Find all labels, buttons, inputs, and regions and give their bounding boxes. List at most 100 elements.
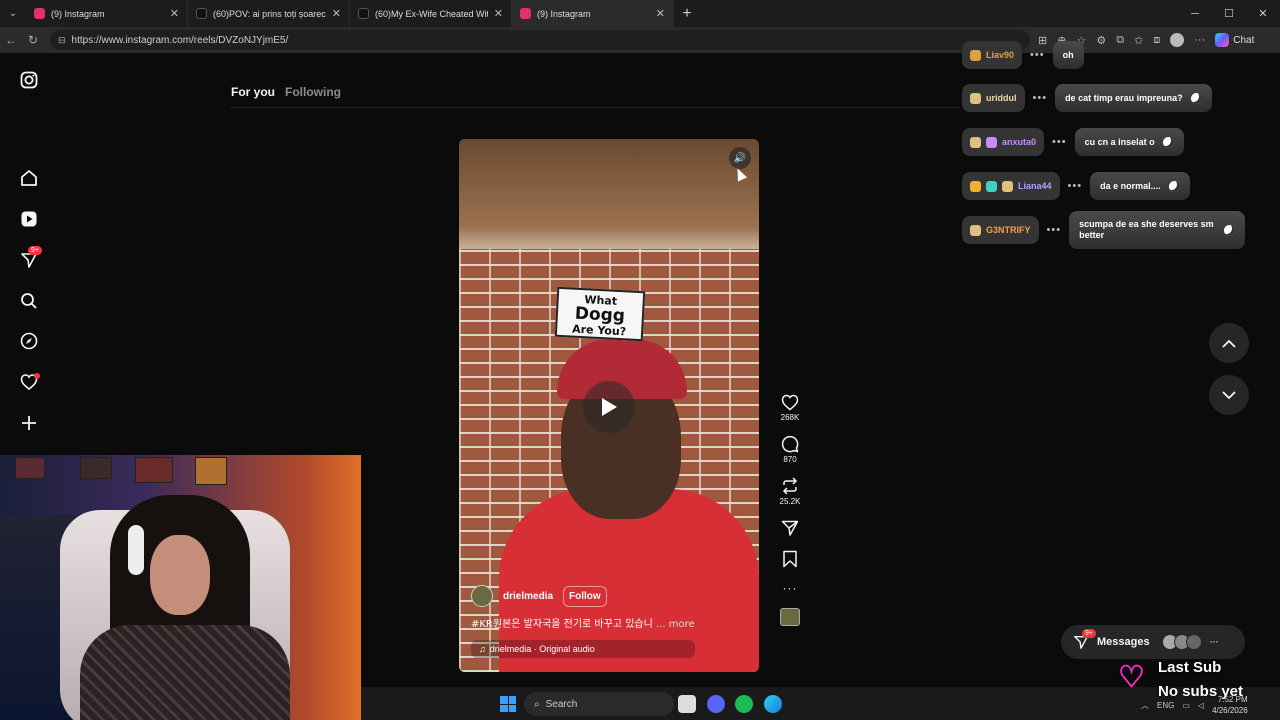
taskbar-search[interactable]: ⌕ Search [524,692,674,716]
chat-message-text: cu cn a inselat o [1084,137,1155,147]
close-window-icon[interactable]: ✕ [1246,7,1280,20]
more-dots-icon: ··· [782,581,798,595]
site-info-icon[interactable]: ⊟ [58,35,66,46]
chat-row: G3NTRIFY ••• scumpa de ea she deserves s… [962,211,1246,249]
browser-tab-2[interactable]: (60)POV: ai prins toți șoarecii din p ✕ [188,0,350,27]
create-icon[interactable] [18,412,40,434]
browser-tab-3[interactable]: (60)My Ex-Wife Cheated With My B ✕ [350,0,512,27]
favorites-icon[interactable]: ✩ [1134,34,1143,47]
url-field[interactable]: ⊟ https://www.instagram.com/reels/DVZoNJ… [50,30,1030,50]
messages-label: Messages [1097,636,1150,648]
gift-badge-icon [986,136,997,148]
tab-for-you[interactable]: For you [231,85,275,99]
more-options-icon[interactable]: ··· [1194,34,1205,46]
play-button[interactable] [583,381,635,433]
back-icon[interactable]: ← [0,33,22,47]
next-reel-button[interactable] [1209,375,1249,415]
chat-dots-icon: ••• [1032,92,1048,104]
refresh-icon[interactable]: ↻ [22,33,44,47]
chat-username-tag: Liav90 [962,41,1023,69]
chat-username-tag: anxuta0 [962,128,1045,156]
chat-message: cu cn a inselat o [1074,128,1184,156]
spotify-icon[interactable] [735,695,753,713]
copilot-icon [1215,33,1230,47]
tab-following[interactable]: Following [285,85,341,99]
streamer-face [150,535,210,615]
chat-username: Liana44 [1018,181,1052,191]
tab-title: (9) Instagram [51,8,105,19]
more-link[interactable]: ... more [656,619,695,630]
chevron-down-icon [1222,390,1236,399]
address-bar: ← ↻ ⊟ https://www.instagram.com/reels/DV… [0,27,1280,53]
like-icon [781,394,799,411]
file-explorer-icon[interactable] [678,695,696,713]
avatar [1185,634,1202,650]
reel-info: drielmedia Follow #KR원본은 발자국을 전기로 바꾸고 있습… [471,585,751,658]
minimize-icon[interactable]: ─ [1178,8,1212,20]
search-icon[interactable] [18,290,40,312]
url-text: https://www.instagram.com/reels/DVZoNJYj… [71,34,289,46]
close-tab-icon[interactable]: ✕ [332,7,341,20]
coffee-badge-icon [970,136,981,148]
moon-icon [1190,92,1202,104]
share-action[interactable] [774,519,806,537]
window-controls: ─ ☐ ✕ [1178,0,1280,27]
chat-label: Chat [1233,34,1255,46]
like-action[interactable]: 268K [774,394,806,422]
chat-message-text: da e normal.... [1100,181,1161,191]
close-tab-icon[interactable]: ✕ [494,7,503,20]
collections-icon[interactable]: ⧈ [1153,34,1160,47]
extensions-icon[interactable]: ⚙ [1096,34,1106,47]
headphones [128,525,144,575]
new-tab-button[interactable]: + [674,5,700,23]
grid-badge-icon [986,180,997,192]
save-action[interactable] [774,550,806,568]
music-note-icon: ♫ [479,644,486,654]
discord-icon[interactable] [707,695,725,713]
home-icon[interactable] [18,167,40,189]
chat-username: uriddul [986,93,1017,103]
sub-badge-icon [970,49,981,61]
audio-thumbnail[interactable] [780,608,800,626]
reels-icon[interactable] [18,208,40,230]
chat-message-text: oh [1062,50,1074,60]
cap-sign: What Dogg Are You? [554,286,646,342]
close-tab-icon[interactable]: ✕ [656,7,665,20]
windows-start-icon[interactable] [500,696,516,712]
caption-text: #KR원본은 발자국을 전기로 바꾸고 있습니 [471,619,653,630]
tab-title: (9) Instagram [537,8,591,19]
reel-video[interactable]: What Dogg Are You? 🔊 drielmedia Follow #… [459,139,759,672]
moon-icon [1168,180,1180,192]
close-tab-icon[interactable]: ✕ [170,7,179,20]
moon-icon [1162,136,1174,148]
tiktok-favicon-icon [196,8,207,19]
more-action[interactable]: ··· [774,581,806,595]
play-icon [602,398,617,416]
instagram-logo-icon[interactable] [18,69,40,91]
chat-row: uriddul ••• de cat timp erau impreuna? [962,83,1212,113]
copilot-chat-button[interactable]: Chat [1215,33,1254,47]
chat-message-text: scumpa de ea she deserves sm better [1079,219,1214,240]
previous-reel-button[interactable] [1209,323,1249,363]
browser-tab-4[interactable]: (9) Instagram ✕ [512,0,674,27]
explore-icon[interactable] [18,330,40,352]
audio-link[interactable]: ♫ drielmedia · Original audio [471,640,695,658]
follow-button[interactable]: Follow [563,585,607,607]
maximize-icon[interactable]: ☐ [1212,7,1246,20]
split-screen-icon[interactable]: ⧉ [1116,34,1124,47]
comment-icon [781,435,799,453]
reel-username[interactable]: drielmedia [503,591,553,602]
profile-avatar[interactable] [1170,33,1185,47]
repost-icon [782,477,798,495]
comment-action[interactable]: 870 [774,435,806,464]
tab-actions-menu-icon[interactable]: ⌄ [0,8,26,19]
chat-message: oh [1052,41,1084,69]
repost-action[interactable]: 25.2K [774,477,806,506]
audio-label: drielmedia · Original audio [489,644,595,654]
chat-message: da e normal.... [1090,172,1190,200]
volume-icon[interactable]: 🔊 [729,147,751,169]
crown-badge-icon [970,180,981,192]
browser-tab-1[interactable]: (9) Instagram ✕ [26,0,188,27]
avatar[interactable] [471,585,493,607]
edge-icon[interactable] [764,695,782,713]
